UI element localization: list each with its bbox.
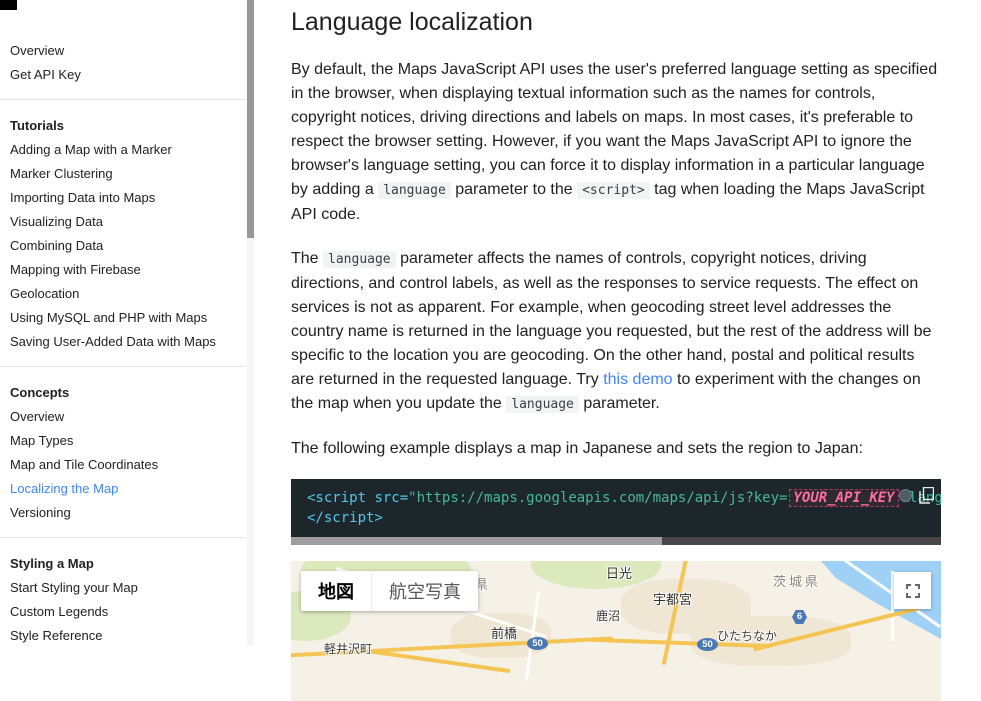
segment-plain: By default, the Maps JavaScript API uses… (291, 61, 938, 198)
fullscreen-button[interactable] (894, 572, 931, 609)
segment-var: YOUR_API_KEY (789, 489, 899, 507)
sidebar-item-marker-clustering[interactable]: Marker Clustering (0, 162, 246, 186)
sidebar-item-using-mysql-and-php-with-maps[interactable]: Using MySQL and PHP with Maps (0, 306, 246, 330)
paragraph-1: By default, the Maps JavaScript API uses… (291, 58, 941, 227)
sidebar-scrollbar[interactable] (247, 0, 254, 646)
copy-icon[interactable] (919, 486, 935, 504)
page-title: Language localization (291, 8, 533, 36)
code-scrollbar[interactable] (291, 537, 941, 545)
segment-tag: </script> (307, 510, 383, 526)
map-type-control: 地図 航空写真 (301, 571, 478, 611)
map-label-utsunomiya: 宇都宮 (653, 592, 693, 607)
sidebar-item-localizing-the-map[interactable]: Localizing the Map (0, 477, 246, 501)
map-label-ibaraki: 茨城県 (773, 574, 822, 589)
scrollbar-corner (0, 0, 17, 10)
sidebar-scrollbar-thumb[interactable] (247, 0, 254, 238)
sidebar-item-map-and-tile-coordinates[interactable]: Map and Tile Coordinates (0, 453, 246, 477)
sidebar-item-mapping-with-firebase[interactable]: Mapping with Firebase (0, 258, 246, 282)
theme-toggle-icon[interactable] (899, 489, 912, 502)
segment-plain: parameter to the (450, 181, 578, 198)
code-block: <script src="https://maps.googleapis.com… (291, 479, 941, 545)
map-label-karuizawa: 軽井沢町 (324, 642, 373, 656)
segment-code: language (506, 396, 579, 413)
map-label-maebashi: 前橋 (491, 626, 518, 641)
sidebar-item-visualizing-data[interactable]: Visualizing Data (0, 210, 246, 234)
sidebar-item-custom-legends[interactable]: Custom Legends (0, 600, 246, 624)
code-line-2: </script> (307, 508, 925, 528)
map-label-kanuma: 鹿沼 (596, 609, 621, 623)
segment-plain: parameter. (578, 395, 660, 412)
demo-link[interactable]: this demo (603, 371, 672, 388)
sidebar-heading-concepts: Concepts (10, 385, 70, 400)
segment-attr: src= (374, 490, 409, 506)
sidebar: Overview Get API Key Tutorials Adding a … (0, 0, 246, 646)
sidebar-section-top: Overview Get API Key (0, 28, 246, 99)
segment-tag: <script (307, 490, 367, 506)
sidebar-item-versioning[interactable]: Versioning (0, 501, 246, 525)
sidebar-item-style-reference[interactable]: Style Reference (0, 624, 246, 646)
segment-code: language (323, 251, 396, 268)
satellite-button[interactable]: 航空写真 (371, 571, 478, 611)
map-label-hitachinaka: ひたちなか (717, 629, 778, 643)
sidebar-item-geolocation[interactable]: Geolocation (0, 282, 246, 306)
sidebar-item-overview[interactable]: Overview (0, 39, 246, 63)
segment-str: "https://maps.googleapis.com/maps/api/js… (408, 490, 788, 506)
paragraph-3: The following example displays a map in … (291, 440, 863, 457)
map-button[interactable]: 地図 (301, 571, 371, 611)
sidebar-item-combining-data[interactable]: Combining Data (0, 234, 246, 258)
map-preview[interactable]: 日光 県 茨城県 宇都宮 鹿沼 前橋 ひたちなか 軽井沢町 50 50 6 地図… (291, 561, 941, 701)
segment-code: language (378, 182, 451, 199)
sidebar-item-get-api-key[interactable]: Get API Key (0, 63, 246, 87)
code-lines: <script src="https://maps.googleapis.com… (291, 479, 941, 528)
sidebar-item-importing-data-into-maps[interactable]: Importing Data into Maps (0, 186, 246, 210)
sidebar-section-styling-a-map: Styling a Map Start Styling your Map Cus… (0, 537, 246, 646)
code-actions (899, 486, 935, 504)
route-shield-50: 50 (697, 638, 718, 651)
sidebar-item-overview-concepts[interactable]: Overview (0, 405, 246, 429)
route-shield-50: 50 (527, 637, 548, 650)
code-scrollbar-thumb[interactable] (291, 537, 662, 545)
sidebar-item-map-types[interactable]: Map Types (0, 429, 246, 453)
sidebar-section-concepts: Concepts Overview Map Types Map and Tile… (0, 366, 246, 537)
sidebar-heading-styling-a-map: Styling a Map (10, 556, 94, 571)
main-content: Language localization By default, the Ma… (291, 0, 941, 701)
fullscreen-icon (905, 583, 920, 598)
sidebar-item-saving-user-added-data-with-maps[interactable]: Saving User-Added Data with Maps (0, 330, 246, 354)
sidebar-section-tutorials: Tutorials Adding a Map with a Marker Mar… (0, 99, 246, 366)
segment-code: <script> (577, 182, 650, 199)
segment-plain: The (291, 250, 324, 267)
sidebar-heading-tutorials: Tutorials (10, 118, 64, 133)
map-label-nikko: 日光 (606, 566, 633, 581)
sidebar-item-adding-a-map-with-a-marker[interactable]: Adding a Map with a Marker (0, 138, 246, 162)
code-line-1: <script src="https://maps.googleapis.com… (307, 488, 941, 508)
segment-plain: parameter affects the names of controls,… (291, 250, 932, 388)
paragraph-2: The language parameter affects the names… (291, 247, 941, 417)
sidebar-item-start-styling-your-map[interactable]: Start Styling your Map (0, 576, 246, 600)
